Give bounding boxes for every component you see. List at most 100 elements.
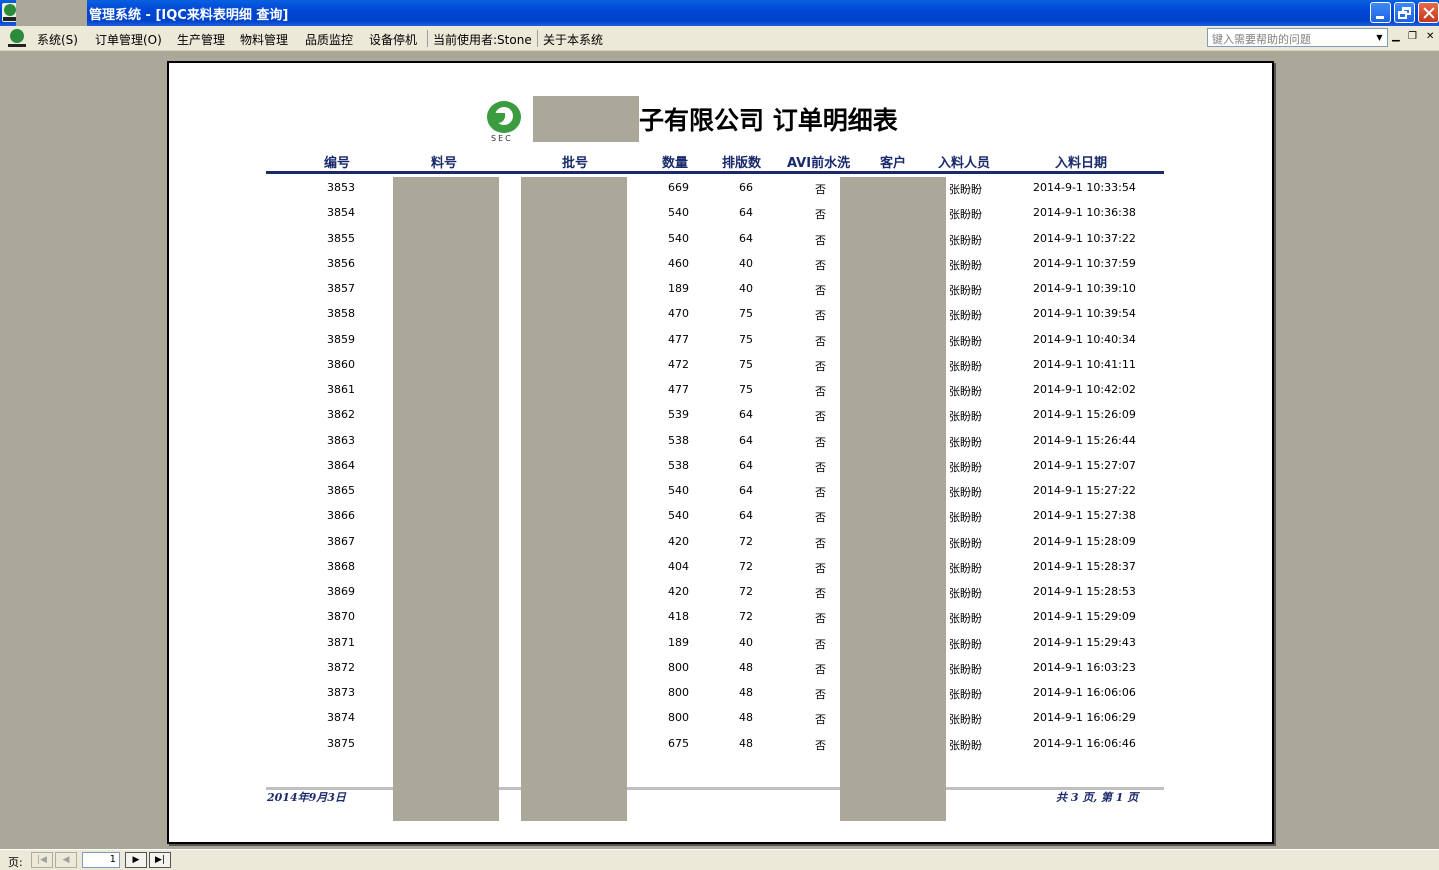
row-panels: 75: [739, 383, 753, 396]
row-panels: 72: [739, 559, 753, 573]
menu-orders[interactable]: 订单管理(O): [95, 31, 162, 48]
menu-equipment[interactable]: 设备停机: [369, 31, 417, 48]
row-avi: 否: [815, 561, 826, 575]
app-menu-icon[interactable]: [6, 29, 28, 48]
row-avi: 否: [815, 713, 826, 727]
row-avi: 否: [815, 334, 826, 348]
row-qty: 800: [668, 711, 689, 725]
current-user-label: 当前使用者:Stone: [433, 33, 532, 47]
menu-production[interactable]: 生产管理: [177, 31, 225, 48]
help-search-input[interactable]: 键入需要帮助的问题 ▼: [1207, 28, 1388, 47]
table-row: 3854 540 64 否 张盼盼 2014-9-1 10:36:38: [169, 206, 1272, 231]
row-id: 3862: [327, 408, 355, 422]
row-avi: 否: [815, 486, 826, 499]
row-qty: 540: [668, 206, 689, 220]
mdi-minimize-icon[interactable]: ▁: [1392, 31, 1400, 42]
menu-separator: [427, 30, 428, 47]
table-row: 3867 420 72 否 张盼盼 2014-9-1 15:28:09: [169, 535, 1272, 560]
row-person: 张盼盼: [949, 258, 982, 272]
last-page-icon[interactable]: ▶|: [149, 852, 171, 868]
row-avi: 否: [815, 738, 826, 752]
row-date: 2014-9-1 10:39:54: [1033, 307, 1136, 321]
row-date: 2014-9-1 16:06:06: [1033, 686, 1136, 699]
table-row: 3875 675 48 否 张盼盼 2014-9-1 16:06:46: [169, 737, 1272, 762]
row-date: 2014-9-1 15:29:09: [1033, 610, 1136, 624]
report-title: 子有限公司 订单明细表: [639, 106, 898, 135]
row-person: 张盼盼: [949, 612, 982, 626]
row-person: 张盼盼: [949, 208, 982, 222]
row-qty: 540: [668, 484, 689, 497]
row-date: 2014-9-1 15:28:09: [1033, 534, 1136, 548]
table-row: 3859 477 75 否 张盼盼 2014-9-1 10:40:34: [169, 333, 1272, 358]
help-placeholder: 键入需要帮助的问题: [1212, 33, 1311, 46]
row-qty: 540: [668, 509, 689, 523]
table-row: 3868 404 72 否 张盼盼 2014-9-1 15:28:37: [169, 560, 1272, 585]
title-bar[interactable]: 管理系统 - [IQC来料表明细 查询]: [0, 0, 1439, 26]
table-row: 3861 477 75 否 张盼盼 2014-9-1 10:42:02: [169, 383, 1272, 408]
row-avi: 否: [815, 258, 826, 272]
header-rule: [266, 171, 1164, 174]
company-logo: SEC: [485, 99, 525, 145]
menu-quality[interactable]: 品质监控: [305, 31, 353, 48]
row-qty: 420: [668, 534, 689, 548]
row-avi: 否: [815, 688, 826, 701]
row-panels: 66: [739, 181, 753, 194]
mdi-close-icon[interactable]: ✕: [1426, 31, 1434, 42]
row-person: 张盼盼: [949, 662, 982, 676]
row-person: 张盼盼: [949, 561, 982, 575]
row-id: 3861: [327, 383, 355, 396]
row-avi: 否: [815, 662, 826, 676]
row-person: 张盼盼: [949, 688, 982, 701]
row-qty: 675: [668, 736, 689, 750]
table-row: 3874 800 48 否 张盼盼 2014-9-1 16:06:29: [169, 711, 1272, 736]
row-date: 2014-9-1 16:03:23: [1033, 660, 1136, 674]
table-row: 3855 540 64 否 张盼盼 2014-9-1 10:37:22: [169, 232, 1272, 257]
prev-page-icon[interactable]: ◀: [55, 852, 77, 868]
menu-about[interactable]: 关于本系统: [543, 31, 603, 48]
row-qty: 189: [668, 282, 689, 295]
row-date: 2014-9-1 15:27:22: [1033, 484, 1136, 497]
header-customer: 客户: [880, 156, 907, 171]
row-qty: 540: [668, 231, 689, 245]
row-avi: 否: [815, 511, 826, 525]
menu-materials[interactable]: 物料管理: [240, 31, 288, 48]
mdi-restore-icon[interactable]: ❐: [1408, 31, 1417, 42]
row-person: 张盼盼: [949, 460, 982, 474]
row-person: 张盼盼: [949, 486, 982, 499]
footer-page-count: 共 3 页, 第 1 页: [1056, 791, 1139, 804]
row-panels: 64: [739, 231, 753, 245]
row-avi: 否: [815, 233, 826, 247]
row-id: 3874: [327, 711, 355, 725]
row-id: 3855: [327, 231, 355, 245]
close-button[interactable]: [1418, 2, 1439, 23]
row-date: 2014-9-1 10:40:34: [1033, 332, 1136, 346]
row-panels: 40: [739, 635, 753, 649]
row-person: 张盼盼: [949, 183, 982, 196]
row-id: 3857: [327, 282, 355, 295]
row-id: 3865: [327, 484, 355, 497]
chevron-down-icon[interactable]: ▼: [1373, 30, 1386, 45]
table-row: 3860 472 75 否 张盼盼 2014-9-1 10:41:11: [169, 358, 1272, 383]
row-avi: 否: [815, 208, 826, 222]
restore-button[interactable]: [1394, 2, 1415, 23]
row-person: 张盼盼: [949, 410, 982, 424]
row-person: 张盼盼: [949, 435, 982, 449]
window-title: 管理系统 - [IQC来料表明细 查询]: [89, 8, 289, 23]
next-page-icon[interactable]: ▶: [125, 852, 147, 868]
row-date: 2014-9-1 16:06:29: [1033, 711, 1136, 725]
row-panels: 64: [739, 408, 753, 422]
header-id: 编号: [324, 156, 351, 171]
row-avi: 否: [815, 612, 826, 626]
row-panels: 40: [739, 282, 753, 295]
minimize-button[interactable]: [1370, 2, 1391, 23]
row-panels: 64: [739, 206, 753, 220]
first-page-icon[interactable]: |◀: [31, 852, 53, 868]
row-avi: 否: [815, 536, 826, 550]
row-id: 3872: [327, 660, 355, 674]
row-id: 3867: [327, 534, 355, 548]
table-row: 3862 539 64 否 张盼盼 2014-9-1 15:26:09: [169, 408, 1272, 433]
table-row: 3872 800 48 否 张盼盼 2014-9-1 16:03:23: [169, 661, 1272, 686]
menu-system[interactable]: 系统(S): [37, 31, 78, 48]
page-number-input[interactable]: 1: [82, 852, 120, 868]
table-row: 3857 189 40 否 张盼盼 2014-9-1 10:39:10: [169, 282, 1272, 307]
